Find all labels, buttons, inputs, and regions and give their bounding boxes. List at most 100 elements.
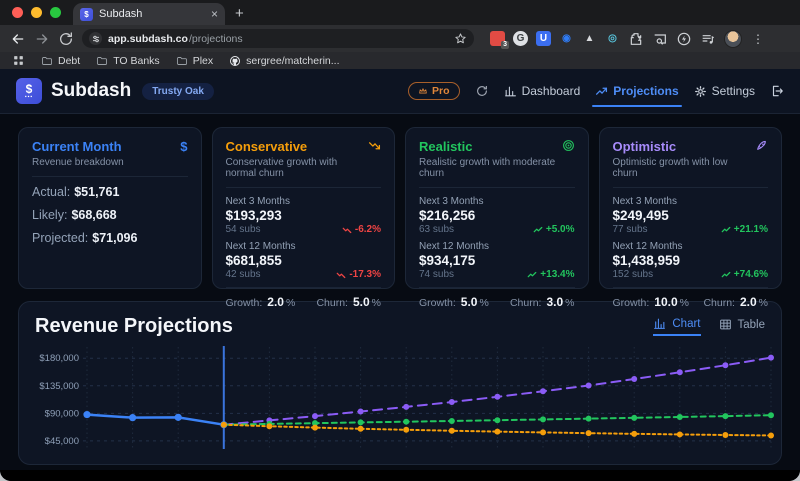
app-header: $ ▪▪▪ Subdash Trusty Oak Pro Dashboard P… (0, 69, 800, 114)
reload-icon[interactable] (58, 31, 74, 47)
trend-up-mini-icon (527, 271, 537, 277)
back-icon[interactable] (10, 31, 26, 47)
triangle-extension-icon[interactable]: ▲ (582, 31, 597, 46)
scenario-card: Realistic Realistic growth with moderate… (405, 127, 589, 309)
bookmark-item[interactable]: TO Banks (96, 55, 160, 67)
growth-churn-row: Growth: 5.0% Churn: 3.0% (419, 287, 575, 309)
url-path: /projections (188, 32, 243, 45)
revenue-projections-card: Revenue Projections Chart Table $45,000 … (18, 301, 782, 465)
trend-up-mini-icon (721, 226, 731, 232)
browser-menu-icon[interactable]: ⋮ (750, 32, 766, 46)
blue-circle-extension-icon[interactable]: ◉ (559, 31, 574, 46)
window-search-icon[interactable] (652, 31, 668, 47)
nav-dashboard[interactable]: Dashboard (504, 69, 580, 113)
site-settings-icon[interactable] (89, 32, 102, 45)
rocket-icon (757, 140, 766, 150)
table-view-icon (719, 319, 731, 330)
nav-settings[interactable]: Settings (694, 69, 755, 113)
pro-badge[interactable]: Pro (408, 82, 460, 100)
chart-view-tab[interactable]: Chart (653, 317, 701, 336)
trending-down-icon (368, 142, 381, 150)
scenario-title: Optimistic (612, 139, 677, 154)
media-queue-icon[interactable] (700, 31, 716, 47)
delta-badge: +74.6% (721, 269, 768, 280)
window-bottom-band (0, 470, 800, 481)
svg-text:$45,000: $45,000 (45, 436, 79, 447)
svg-text:$135,000: $135,000 (39, 381, 79, 392)
target-icon (562, 140, 574, 151)
period-next-3-months: Next 3 Months $193,293 54 subs -6.2% (225, 196, 382, 235)
revenue-row: Actual: $51,761 (32, 185, 120, 199)
view-toggle: Chart Table (653, 317, 765, 336)
folder-icon (42, 56, 52, 65)
tab-favicon-icon: $ (80, 7, 93, 21)
current-month-card: Current Month Revenue breakdown $ Actual… (18, 127, 202, 289)
scenario-cards-row: Current Month Revenue breakdown $ Actual… (18, 127, 782, 309)
extensions-row: 3 G U ◉ ▲ ◎ (490, 31, 620, 49)
bookmark-star-icon[interactable] (454, 32, 467, 45)
bookmark-item[interactable]: sergree/matcherin... (229, 55, 340, 67)
atom-extension-icon[interactable]: ◎ (605, 31, 620, 46)
delta-badge: -17.3% (336, 269, 381, 280)
period-next-3-months: Next 3 Months $249,495 77 subs +21.1% (612, 196, 769, 235)
trending-up-icon (596, 87, 608, 95)
chart-view-icon (654, 318, 666, 329)
new-tab-button[interactable]: + (225, 5, 256, 25)
browser-tab[interactable]: $ Subdash × (73, 3, 225, 25)
folder-icon (97, 56, 108, 65)
minimize-window-button[interactable] (31, 7, 42, 18)
red-extension-icon[interactable]: 3 (490, 31, 509, 49)
revenue-chart[interactable]: $45,000 $90,000 $135,000 $180,000 (35, 344, 779, 454)
bar-chart-icon (504, 86, 516, 96)
delta-badge: -6.2% (342, 224, 381, 235)
scenario-title: Realistic (419, 139, 473, 154)
performance-shield-icon[interactable] (676, 31, 692, 47)
trend-up-mini-icon (721, 271, 731, 277)
bookmarks-bar: Debt TO Banks Plex sergree/matcherin... (0, 52, 800, 69)
u-extension-icon[interactable]: U (536, 31, 551, 46)
current-month-subtitle: Revenue breakdown (32, 157, 124, 168)
profile-avatar[interactable] (724, 29, 742, 48)
scenario-subtitle: Conservative growth with normal churn (225, 157, 338, 179)
period-next-12-months: Next 12 Months $681,855 42 subs -17.3% (225, 241, 382, 280)
close-window-button[interactable] (12, 7, 23, 18)
gear-icon (694, 85, 706, 97)
browser-window: $ Subdash × + app.subdash.co/projections… (0, 0, 800, 481)
zoom-window-button[interactable] (50, 7, 61, 18)
tab-close-icon[interactable]: × (211, 8, 218, 20)
traffic-lights (0, 0, 73, 25)
current-month-title: Current Month (32, 139, 122, 154)
nav-projections[interactable]: Projections (592, 69, 683, 113)
section-title: Revenue Projections (35, 315, 233, 337)
scenario-card: Optimistic Optimistic growth with low ch… (598, 127, 782, 309)
g-extension-icon[interactable]: G (513, 31, 528, 46)
address-bar[interactable]: app.subdash.co/projections (82, 29, 474, 48)
bookmark-item[interactable]: Debt (41, 55, 80, 67)
period-next-3-months: Next 3 Months $216,256 63 subs +5.0% (419, 196, 575, 235)
bookmark-item[interactable]: Plex (176, 55, 213, 67)
dollar-icon: $ (180, 139, 188, 154)
subdash-logo-icon: $ ▪▪▪ (16, 78, 42, 104)
svg-text:$180,000: $180,000 (39, 353, 79, 364)
github-icon (230, 55, 241, 66)
revenue-row: Likely: $68,668 (32, 208, 117, 222)
folder-icon (176, 56, 187, 65)
logout-icon[interactable] (770, 84, 784, 98)
workspace-badge[interactable]: Trusty Oak (142, 82, 214, 100)
refresh-icon[interactable] (475, 84, 489, 98)
forward-icon[interactable] (34, 31, 50, 47)
scenario-subtitle: Realistic growth with moderate churn (419, 157, 556, 179)
trend-down-mini-icon (336, 272, 346, 278)
tab-strip: $ Subdash × + (0, 0, 800, 25)
extensions-puzzle-icon[interactable] (628, 31, 644, 47)
table-view-tab[interactable]: Table (719, 318, 765, 335)
tab-title: Subdash (99, 8, 143, 20)
period-next-12-months: Next 12 Months $934,175 74 subs +13.4% (419, 241, 575, 280)
scenario-card: Conservative Conservative growth with no… (211, 127, 395, 309)
app-name: Subdash (51, 80, 132, 101)
trend-down-mini-icon (342, 227, 352, 233)
trend-up-mini-icon (533, 226, 543, 232)
svg-text:$90,000: $90,000 (45, 408, 79, 419)
apps-grid-icon[interactable] (12, 54, 25, 67)
scenario-subtitle: Optimistic growth with low churn (612, 157, 728, 179)
